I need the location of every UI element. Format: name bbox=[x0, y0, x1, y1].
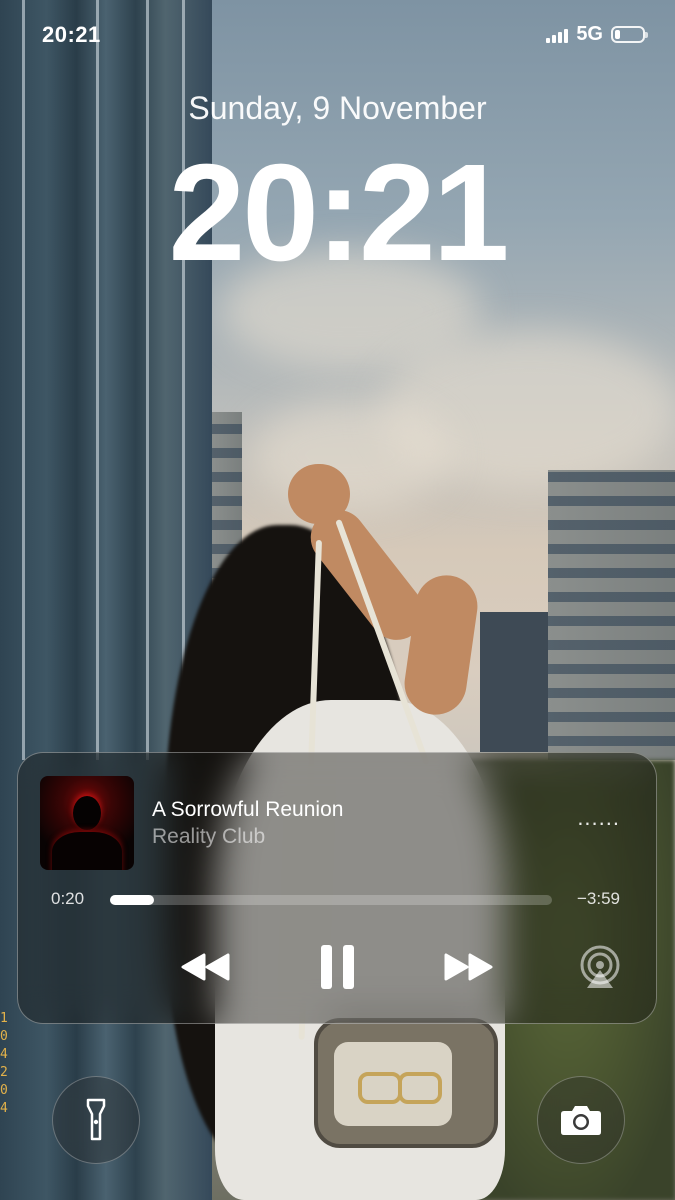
fast-forward-icon bbox=[444, 953, 493, 981]
progress-fill bbox=[110, 895, 155, 905]
lock-date: Sunday, 9 November bbox=[188, 90, 487, 126]
flashlight-button[interactable] bbox=[52, 1076, 140, 1164]
bag-buckle bbox=[358, 1072, 402, 1104]
track-artist: Reality Club bbox=[152, 825, 266, 848]
cloud bbox=[250, 400, 450, 510]
airplay-icon bbox=[580, 945, 620, 988]
rewind-icon bbox=[181, 953, 230, 981]
signal-icon bbox=[546, 27, 569, 43]
billboard-building bbox=[480, 612, 550, 752]
battery-icon bbox=[611, 26, 648, 43]
status-time: 20:21 bbox=[42, 22, 101, 47]
track-title: A Sorrowful Reunion bbox=[152, 798, 344, 821]
now-playing-widget[interactable]: A Sorrowful Reunion Reality Club ...... … bbox=[17, 752, 657, 1024]
flashlight-icon bbox=[86, 1098, 106, 1141]
pause-button[interactable] bbox=[308, 943, 368, 991]
network-type: 5G bbox=[576, 23, 603, 45]
status-indicators: 5G bbox=[546, 23, 648, 46]
pause-icon bbox=[321, 945, 354, 989]
airplay-button[interactable] bbox=[574, 943, 626, 991]
fast-forward-button[interactable] bbox=[438, 943, 498, 991]
office-building bbox=[548, 470, 675, 760]
hand bbox=[288, 464, 350, 524]
lock-clock: 20:21 bbox=[168, 136, 510, 290]
bag-buckle bbox=[398, 1072, 442, 1104]
camera-icon bbox=[561, 1106, 601, 1135]
elapsed-time: 0:20 bbox=[51, 889, 85, 908]
camera-button[interactable] bbox=[537, 1076, 625, 1164]
more-icon[interactable]: ...... bbox=[577, 805, 620, 831]
rewind-button[interactable] bbox=[176, 943, 236, 991]
remaining-time: −3:59 bbox=[576, 889, 620, 908]
album-art[interactable] bbox=[40, 776, 134, 870]
film-marks: 104204 bbox=[0, 1011, 8, 1116]
progress-scrubber[interactable] bbox=[110, 895, 552, 905]
battery-level bbox=[615, 30, 620, 39]
